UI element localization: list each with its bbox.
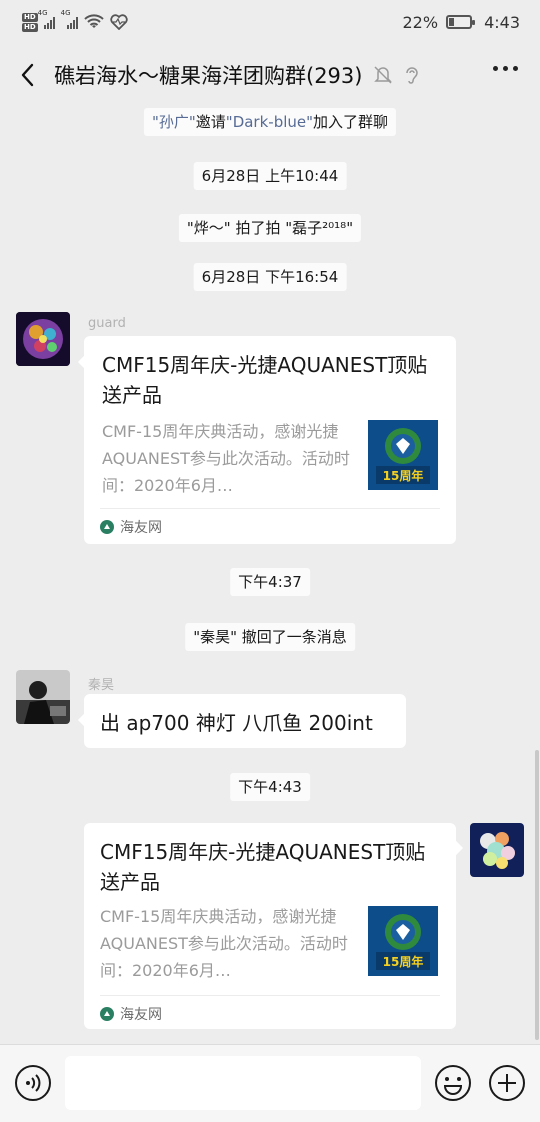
link-card[interactable]: CMF15周年庆-光捷AQUANEST顶贴送产品 CMF-15周年庆典活动，感谢… bbox=[84, 823, 456, 1029]
recall-notice: "秦昊" 撤回了一条消息 bbox=[185, 623, 355, 651]
card-title: CMF15周年庆-光捷AQUANEST顶贴送产品 bbox=[100, 840, 426, 894]
timestamp: 6月28日 上午10:44 bbox=[193, 162, 347, 190]
thumb-caption: 15周年 bbox=[383, 468, 424, 483]
text-message-bubble[interactable]: 出 ap700 神灯 八爪鱼 200int bbox=[84, 694, 406, 748]
timestamp: 下午4:37 bbox=[230, 568, 310, 596]
more-dots-icon[interactable] bbox=[493, 66, 518, 71]
network-type-2: 4G bbox=[60, 9, 71, 17]
scrollbar[interactable] bbox=[535, 750, 539, 1040]
join-notice: "孙广"邀请"Dark-blue"加入了群聊 bbox=[143, 108, 397, 136]
card-source: 海友网 bbox=[100, 517, 162, 537]
plus-icon bbox=[489, 1065, 525, 1101]
invitee-name[interactable]: "Dark-blue" bbox=[226, 113, 313, 131]
hd-label-2: HD bbox=[22, 22, 38, 32]
link-card[interactable]: CMF15周年庆-光捷AQUANEST顶贴送产品 CMF-15周年庆典活动，感谢… bbox=[84, 336, 456, 544]
battery-icon bbox=[446, 15, 476, 29]
wifi-icon bbox=[83, 14, 104, 28]
clock: 4:43 bbox=[484, 12, 520, 32]
status-bar: HD HD 4G 4G 22% 4:43 bbox=[0, 0, 540, 44]
signal-icon: 4G bbox=[61, 9, 78, 29]
source-logo-icon bbox=[100, 520, 114, 534]
anniversary-logo-image: 15周年 bbox=[368, 420, 438, 490]
coral-avatar-image bbox=[470, 823, 524, 877]
heart-icon bbox=[110, 14, 128, 30]
chat-title: 礁岩海水～糖果海洋团购群(293) bbox=[54, 64, 363, 88]
back-button[interactable] bbox=[0, 44, 54, 106]
join-suffix: 加入了群聊 bbox=[313, 113, 389, 131]
card-description: CMF-15周年庆典活动，感谢光捷AQUANEST参与此次活动。活动时间：202… bbox=[102, 422, 350, 495]
emoji-button[interactable] bbox=[434, 1064, 472, 1102]
plus-button[interactable] bbox=[488, 1064, 526, 1102]
card-thumbnail: 15周年 bbox=[368, 906, 438, 976]
chat-header: 礁岩海水～糖果海洋团购群(293) bbox=[0, 44, 540, 106]
pat-notice: "烨～" 拍了拍 "磊子²⁰¹⁸" bbox=[178, 214, 362, 242]
thumb-caption: 15周年 bbox=[383, 954, 424, 969]
card-divider bbox=[100, 508, 440, 509]
input-bar bbox=[0, 1044, 540, 1122]
card-source: 海友网 bbox=[100, 1004, 162, 1024]
inviter-name[interactable]: "孙广" bbox=[152, 113, 196, 131]
avatar[interactable] bbox=[470, 823, 524, 877]
card-title: CMF15周年庆-光捷AQUANEST顶贴送产品 bbox=[102, 353, 428, 407]
coral-avatar-image bbox=[16, 312, 70, 366]
person-avatar-image bbox=[16, 670, 70, 724]
hd-label-1: HD bbox=[22, 12, 38, 22]
avatar[interactable] bbox=[16, 312, 70, 366]
voice-icon bbox=[15, 1065, 51, 1101]
sender-name: guard bbox=[88, 316, 126, 331]
timestamp: 下午4:43 bbox=[230, 773, 310, 801]
card-description: CMF-15周年庆典活动，感谢光捷AQUANEST参与此次活动。活动时间：202… bbox=[100, 907, 348, 980]
network-type-1: 4G bbox=[37, 9, 48, 17]
invite-verb: 邀请 bbox=[195, 113, 226, 131]
battery-percent: 22% bbox=[402, 12, 439, 32]
source-name: 海友网 bbox=[120, 1007, 162, 1023]
back-arrow-icon bbox=[21, 63, 34, 87]
earpiece-icon bbox=[406, 67, 419, 84]
status-right: 22% 4:43 bbox=[403, 13, 521, 32]
status-left: HD HD 4G 4G bbox=[22, 9, 128, 32]
card-divider bbox=[100, 995, 440, 996]
source-logo-icon bbox=[100, 1007, 114, 1021]
timestamp: 6月28日 下午16:54 bbox=[193, 263, 347, 291]
hd-indicator: HD HD bbox=[22, 12, 38, 32]
card-thumbnail: 15周年 bbox=[368, 420, 438, 490]
voice-button[interactable] bbox=[14, 1064, 52, 1102]
message-input[interactable] bbox=[65, 1056, 421, 1110]
emoji-icon bbox=[435, 1065, 471, 1101]
mute-bell-icon bbox=[374, 66, 393, 84]
avatar[interactable] bbox=[16, 670, 70, 724]
message-text: 出 ap700 神灯 八爪鱼 200int bbox=[100, 710, 373, 735]
signal-icon: 4G bbox=[38, 9, 55, 29]
sender-name: 秦昊 bbox=[88, 678, 115, 693]
source-name: 海友网 bbox=[120, 520, 162, 536]
anniversary-logo-image: 15周年 bbox=[368, 906, 438, 976]
